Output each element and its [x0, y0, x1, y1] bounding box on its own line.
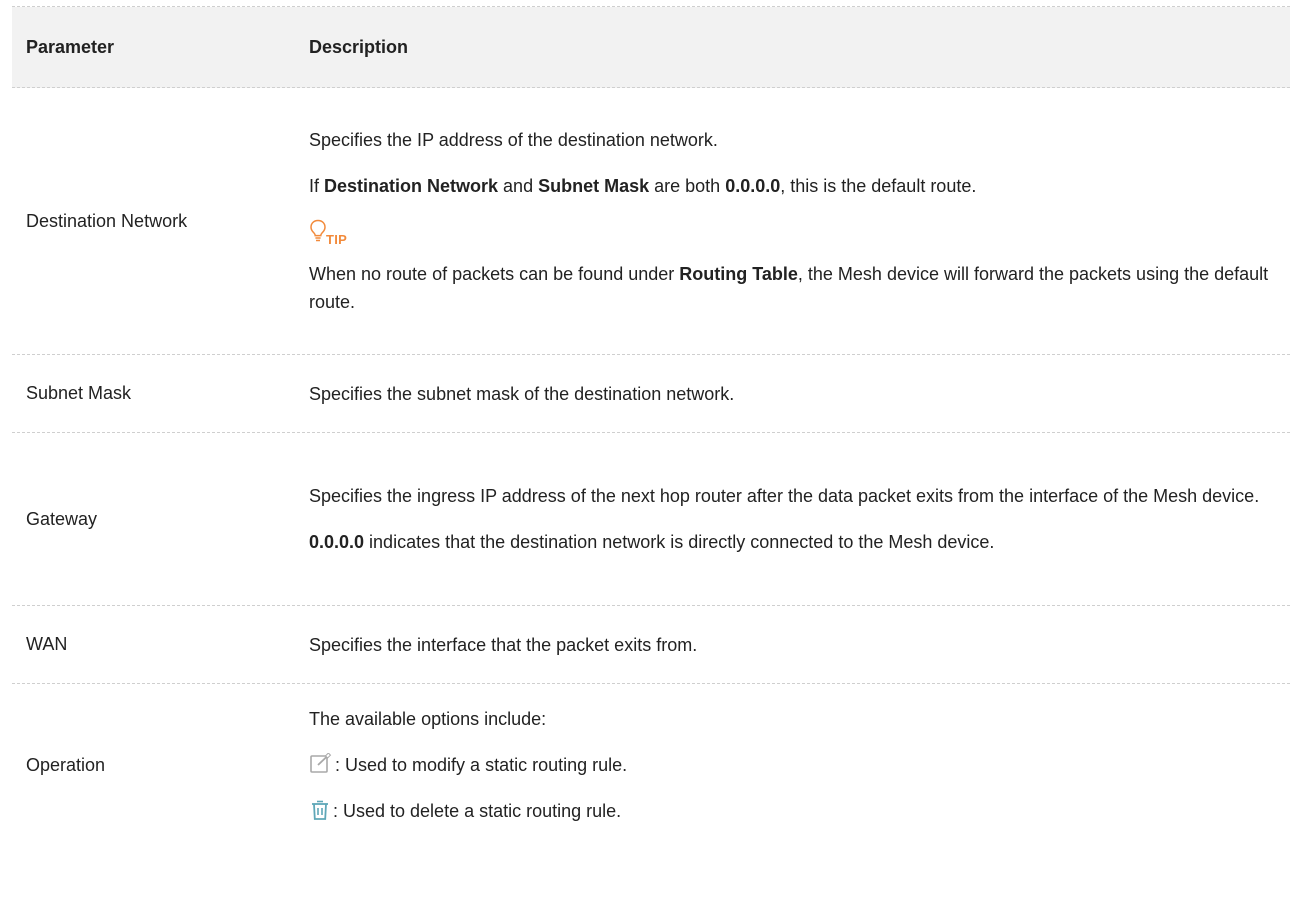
tip-marker: TIP	[309, 216, 1274, 248]
parameter-table: Parameter Description Destination Networ…	[12, 6, 1290, 846]
table-row: Subnet Mask Specifies the subnet mask of…	[12, 355, 1290, 433]
param-wan: WAN	[26, 634, 68, 654]
description-text: Specifies the subnet mask of the destina…	[309, 383, 735, 404]
param-subnet-mask: Subnet Mask	[26, 383, 132, 403]
table-row: Operation The available options include:…	[12, 684, 1290, 846]
param-operation: Operation	[26, 754, 106, 775]
table-header: Parameter Description	[12, 7, 1290, 88]
edit-icon	[309, 753, 333, 775]
desc-wan: Specifies the interface that the packet …	[309, 631, 1290, 659]
desc-subnet-mask: Specifies the subnet mask of the destina…	[309, 380, 1290, 408]
param-gateway: Gateway	[26, 508, 98, 529]
delete-option: : Used to delete a static routing rule.	[309, 797, 1274, 825]
header-description: Description	[309, 36, 409, 57]
description-text: Specifies the IP address of the destinat…	[309, 130, 718, 150]
table-row: Destination Network Specifies the IP add…	[12, 88, 1290, 355]
description-text: Specifies the ingress IP address of the …	[309, 486, 1260, 506]
table-row: WAN Specifies the interface that the pac…	[12, 606, 1290, 684]
desc-operation: The available options include: : Used to…	[309, 689, 1290, 841]
gateway-note: 0.0.0.0 indicates that the destination n…	[309, 532, 995, 552]
desc-gateway: Specifies the ingress IP address of the …	[309, 466, 1290, 572]
header-parameter: Parameter	[26, 36, 115, 57]
tip-label: TIP	[326, 232, 348, 247]
table-row: Gateway Specifies the ingress IP address…	[12, 433, 1290, 606]
default-route-note: If Destination Network and Subnet Mask a…	[309, 176, 977, 196]
trash-icon	[309, 799, 331, 821]
description-text: Specifies the interface that the packet …	[309, 634, 698, 655]
edit-option: : Used to modify a static routing rule.	[309, 751, 1274, 779]
tip-text: When no route of packets can be found un…	[309, 264, 1269, 312]
desc-destination-network: Specifies the IP address of the destinat…	[309, 110, 1290, 332]
description-text: The available options include:	[309, 709, 547, 729]
param-destination-network: Destination Network	[26, 210, 188, 231]
lightbulb-icon	[309, 219, 327, 248]
